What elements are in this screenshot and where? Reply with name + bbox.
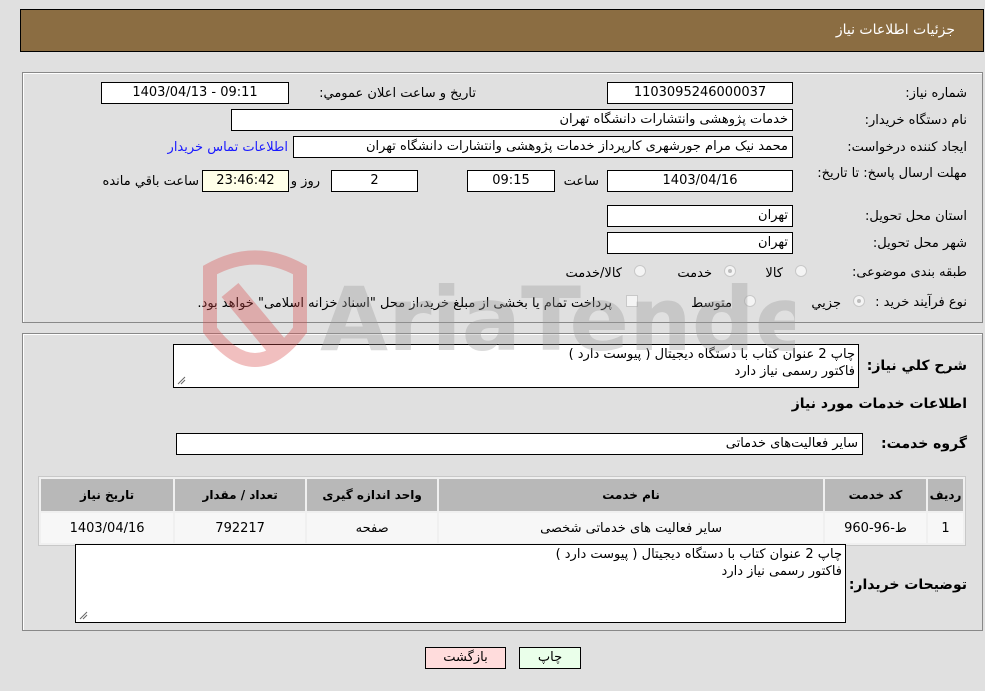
description-line-1: چاپ 2 عنوان کتاب با دستگاه دیجیتال ( پیو… [568,347,855,362]
cell-unit: صفحه [307,513,438,543]
buyer-contact-link[interactable]: اطلاعات تماس خریدار [168,140,288,155]
col-header-unit: واحد اندازه گیری [307,479,438,511]
page-title: جزئیات اطلاعات نیاز [835,22,955,38]
deadline-label: مهلت ارسال پاسخ: تا تاریخ: [817,166,967,181]
category-radio-goods-service[interactable] [634,265,646,277]
buyer-notes-label: توضیحات خریدار: [848,577,967,593]
announce-datetime-label: تاریخ و ساعت اعلان عمومي: [319,86,476,101]
description-line-2: فاکتور رسمی نیاز دارد [734,364,855,379]
print-button[interactable]: چاپ [519,647,581,669]
table-header-row: ردیف کد خدمت نام خدمت واحد اندازه گیری ت… [41,479,963,511]
cell-service-name: سایر فعالیت های خدماتی شخصی [439,513,823,543]
col-header-service-name: نام خدمت [439,479,823,511]
treasury-bonds-label: پرداخت تمام یا بخشی از مبلغ خرید،از محل … [197,296,612,311]
days-label: روز و [290,174,320,189]
requester-field[interactable]: محمد نیک مرام جورشهری کارپرداز خدمات پژو… [293,136,793,158]
cell-service-code: ط-96-960 [824,513,927,543]
deadline-date-field[interactable]: 1403/04/16 [607,170,793,192]
category-label: طبقه بندی موضوعی: [851,265,967,280]
col-header-quantity: تعداد / مقدار [175,479,306,511]
buyer-notes-textarea[interactable]: چاپ 2 عنوان کتاب با دستگاه دیجیتال ( پیو… [75,544,846,623]
deadline-time-label: ساعت [563,174,599,189]
cell-quantity: 792217 [175,513,306,543]
purchase-process-label: نوع فرآیند خرید : [875,295,967,310]
service-group-label: گروه خدمت: [881,436,967,452]
need-number-label: شماره نیاز: [905,86,967,101]
description-textarea[interactable]: چاپ 2 عنوان کتاب با دستگاه دیجیتال ( پیو… [173,344,859,388]
category-radio-service[interactable] [724,265,736,277]
cell-row-number: 1 [928,513,963,543]
buyer-org-label: نام دستگاه خریدار: [864,113,967,128]
treasury-bonds-checkbox[interactable] [626,295,638,307]
city-field[interactable]: تهران [607,232,793,254]
need-number-field[interactable]: 1103095246000037 [607,82,793,104]
requester-label: ایجاد کننده درخواست: [847,140,967,155]
category-option-goods-service: کالا/خدمت [565,266,622,281]
table-row: 1 ط-96-960 سایر فعالیت های خدماتی شخصی ص… [41,513,963,543]
page-header: جزئیات اطلاعات نیاز [20,9,984,52]
category-option-service: خدمت [677,266,712,281]
services-table: ردیف کد خدمت نام خدمت واحد اندازه گیری ت… [38,476,966,546]
buyer-notes-line-2: فاکتور رسمی نیاز دارد [721,564,842,579]
process-radio-medium[interactable] [744,295,756,307]
buyer-notes-line-1: چاپ 2 عنوان کتاب با دستگاه دیجیتال ( پیو… [555,547,842,562]
description-label: شرح کلي نیاز: [866,358,967,374]
province-label: استان محل تحویل: [865,209,967,224]
buyer-org-field[interactable]: خدمات پژوهشی وانتشارات دانشگاه تهران [231,109,793,131]
col-header-row-number: ردیف [928,479,963,511]
category-radio-goods[interactable] [795,265,807,277]
category-option-goods: کالا [765,266,783,281]
col-header-service-code: کد خدمت [824,479,927,511]
services-section-title: اطلاعات خدمات مورد نیاز [791,396,967,412]
province-field[interactable]: تهران [607,205,793,227]
deadline-time-field[interactable]: 09:15 [467,170,555,192]
process-radio-minor[interactable] [853,295,865,307]
col-header-need-date: تاریخ نیاز [41,479,174,511]
remaining-time-field: 23:46:42 [202,170,289,192]
service-group-field[interactable]: سایر فعالیت‌های خدماتی [176,433,863,455]
back-button[interactable]: بازگشت [425,647,506,669]
resize-grip-icon[interactable] [78,610,88,620]
announce-datetime-field[interactable]: 1403/04/13 - 09:11 [101,82,289,104]
remaining-time-label: ساعت باقي مانده [102,174,199,189]
process-option-minor: جزيي [811,296,841,311]
city-label: شهر محل تحویل: [872,236,967,251]
days-remaining-field: 2 [331,170,418,192]
process-option-medium: متوسط [691,296,732,311]
cell-need-date: 1403/04/16 [41,513,174,543]
resize-grip-icon[interactable] [176,375,186,385]
